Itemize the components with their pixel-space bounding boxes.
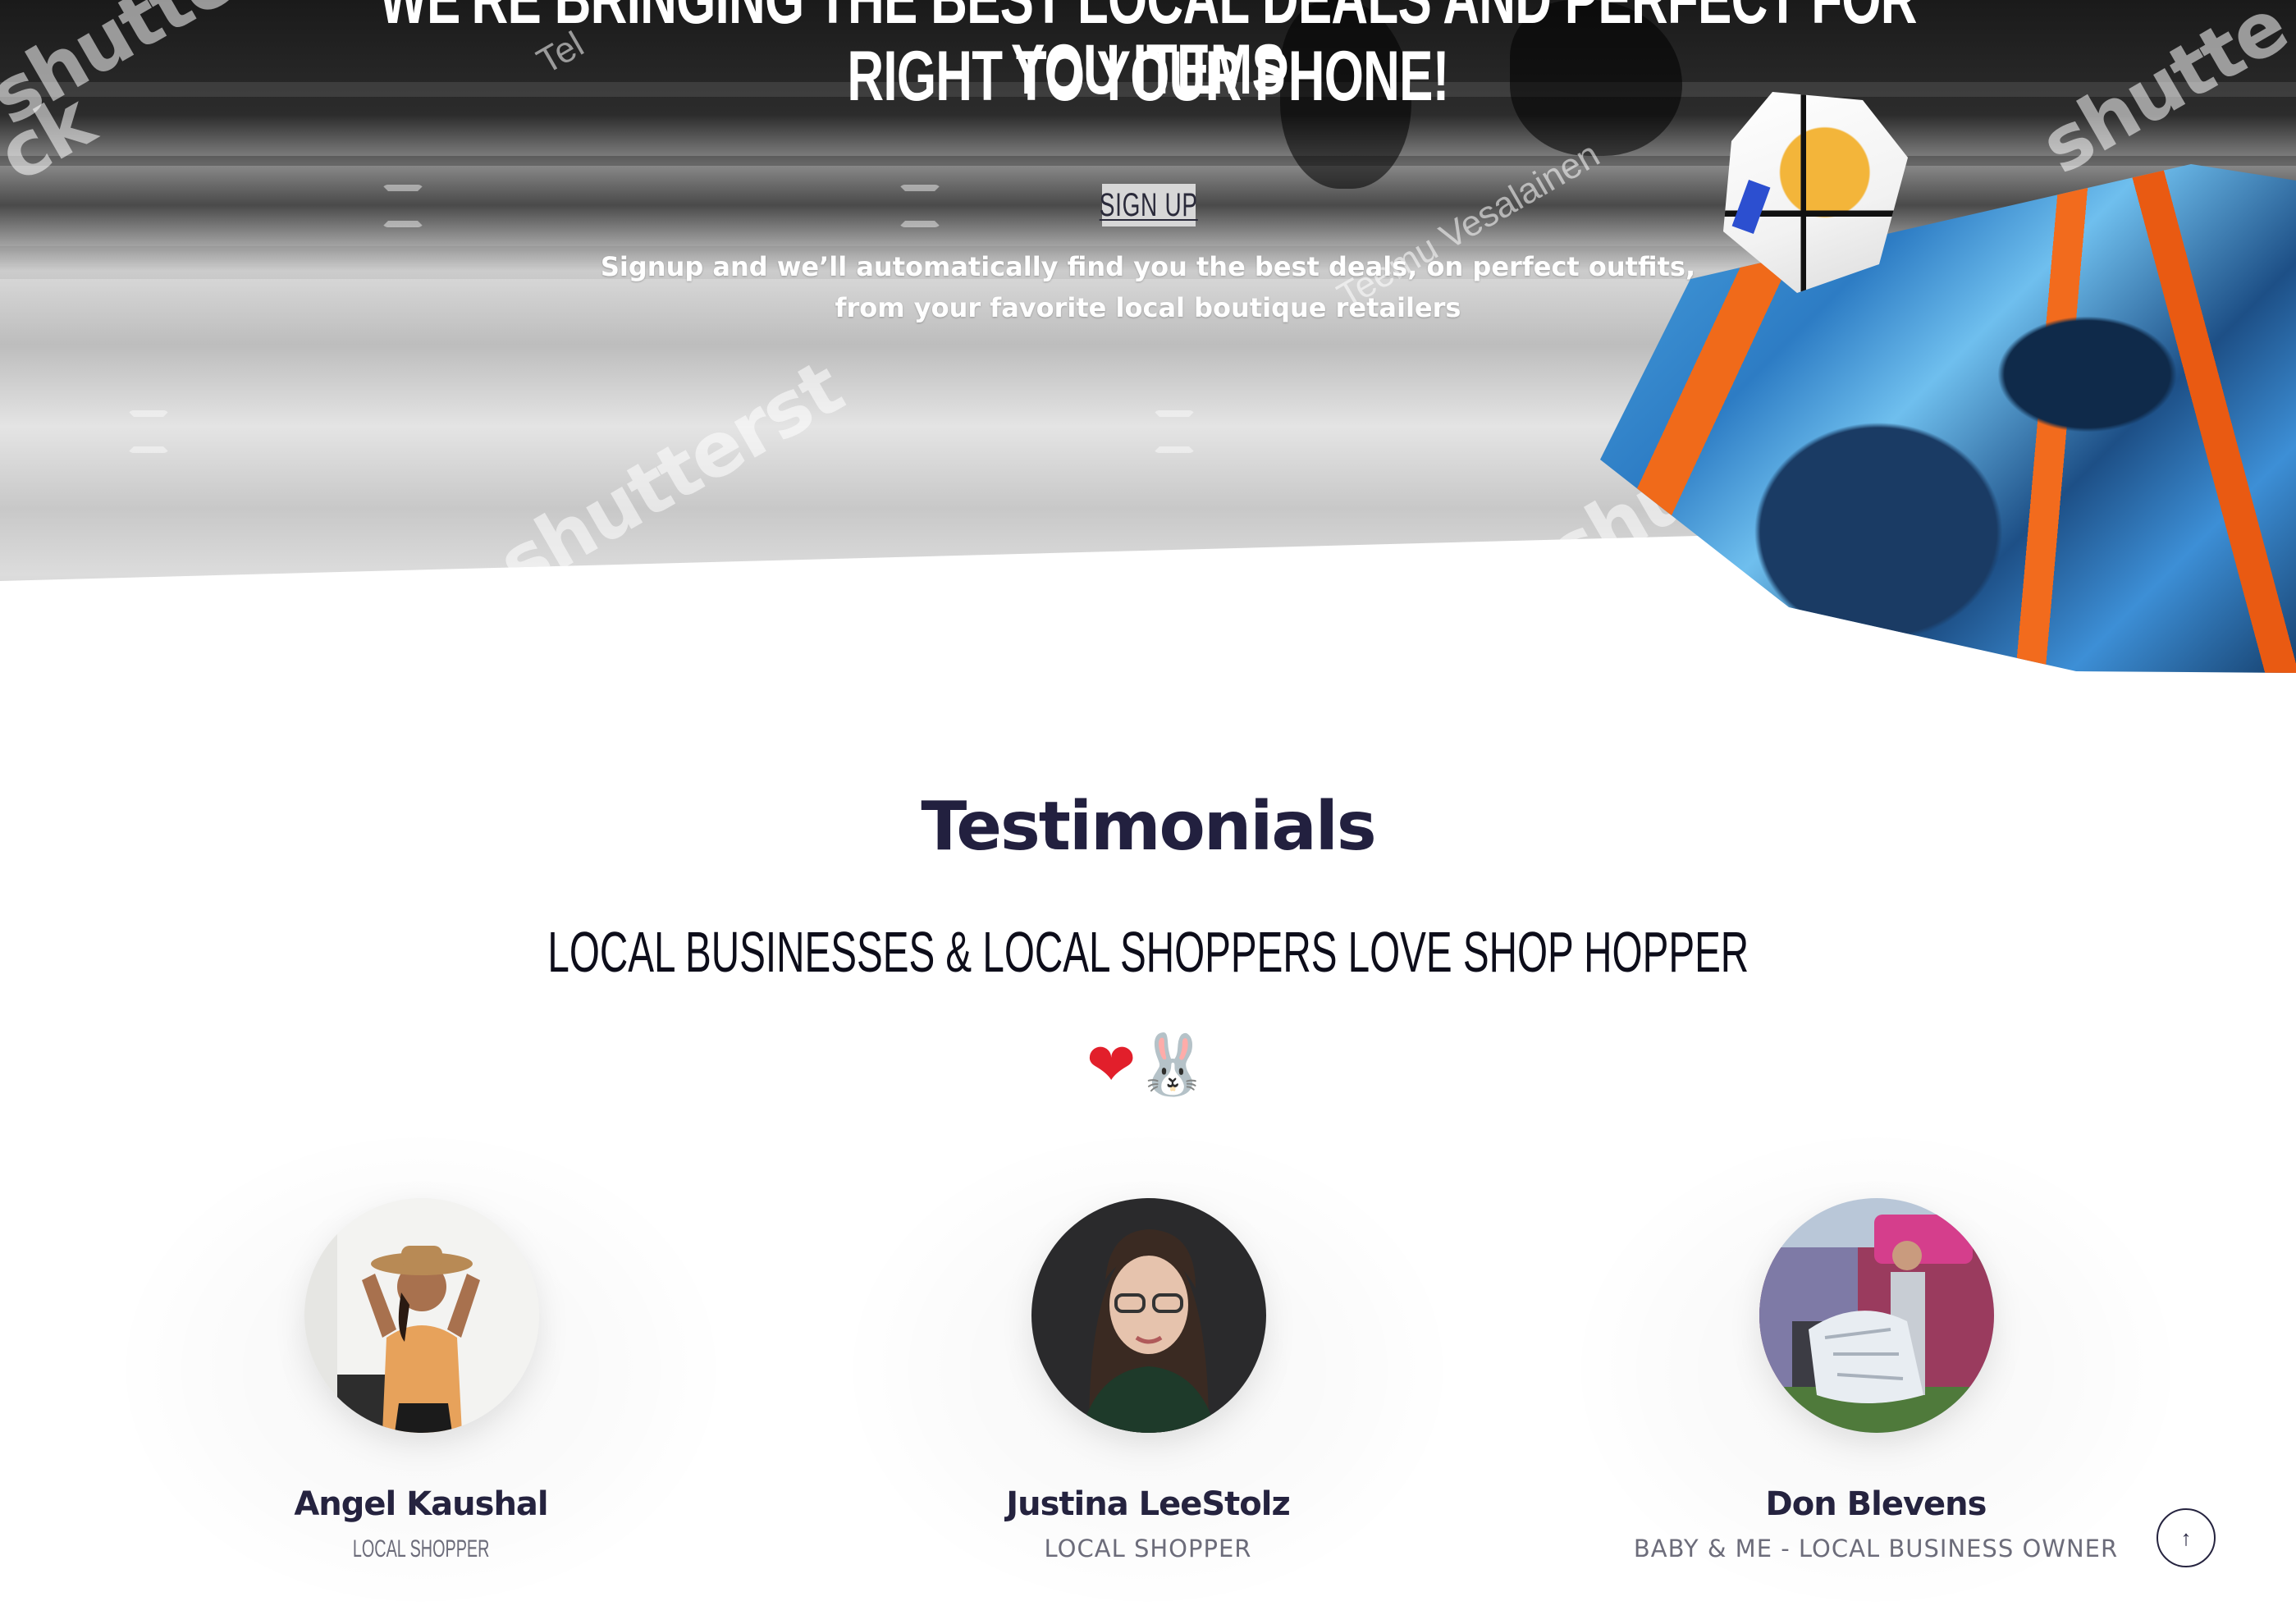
testimonial-card: Justina LeeStolz LOCAL SHOPPER — [836, 1124, 1460, 1615]
avatar — [304, 1198, 539, 1433]
avatar — [1759, 1198, 1994, 1433]
heart-icon: ❤ — [1086, 1030, 1137, 1099]
arrow-up-icon: ↑ — [2180, 1525, 2192, 1550]
person-photo-justina — [1031, 1198, 1266, 1433]
watermark-logo-icon — [899, 185, 941, 227]
person-name: Justina LeeStolz — [1006, 1485, 1291, 1523]
avatar — [1031, 1198, 1266, 1433]
person-photo-angel — [304, 1198, 539, 1433]
person-photo-don — [1759, 1198, 1994, 1433]
testimonial-card: Angel Kaushal LOCAL SHOPPER — [109, 1124, 733, 1615]
person-name: Angel Kaushal — [294, 1485, 548, 1523]
person-name: Don Blevens — [1765, 1485, 1987, 1523]
page: ck shutte shutterst shutte shutte Tel Te… — [0, 0, 2296, 1615]
watermark-text: shutterst — [484, 343, 857, 610]
person-role: LOCAL SHOPPER — [1044, 1535, 1252, 1562]
emoji-row: ❤🐰 — [0, 1030, 2296, 1100]
testimonials-subheading: LOCAL BUSINESSES & LOCAL SHOPPERS LOVE S… — [547, 920, 1749, 984]
watermark-logo-icon — [127, 410, 170, 453]
person-role: LOCAL SHOPPER — [352, 1535, 490, 1562]
hero-texture — [0, 156, 2296, 166]
scroll-to-top-button[interactable]: ↑ — [2157, 1508, 2216, 1567]
watermark-text: shutte — [0, 0, 250, 142]
watermark-logo-icon — [382, 185, 424, 227]
person-role: BABY & ME - LOCAL BUSINESS OWNER — [1633, 1535, 2119, 1562]
sign-up-button[interactable]: SIGN UP — [1100, 184, 1197, 226]
bunny-icon: 🐰 — [1136, 1030, 1210, 1099]
testimonials-heading: Testimonials — [921, 788, 1376, 866]
hero-title-line-2: RIGHT TO YOUR PHONE! — [847, 37, 1449, 116]
testimonial-card: Don Blevens BABY & ME - LOCAL BUSINESS O… — [1564, 1124, 2188, 1615]
watermark-logo-icon — [1153, 410, 1196, 453]
